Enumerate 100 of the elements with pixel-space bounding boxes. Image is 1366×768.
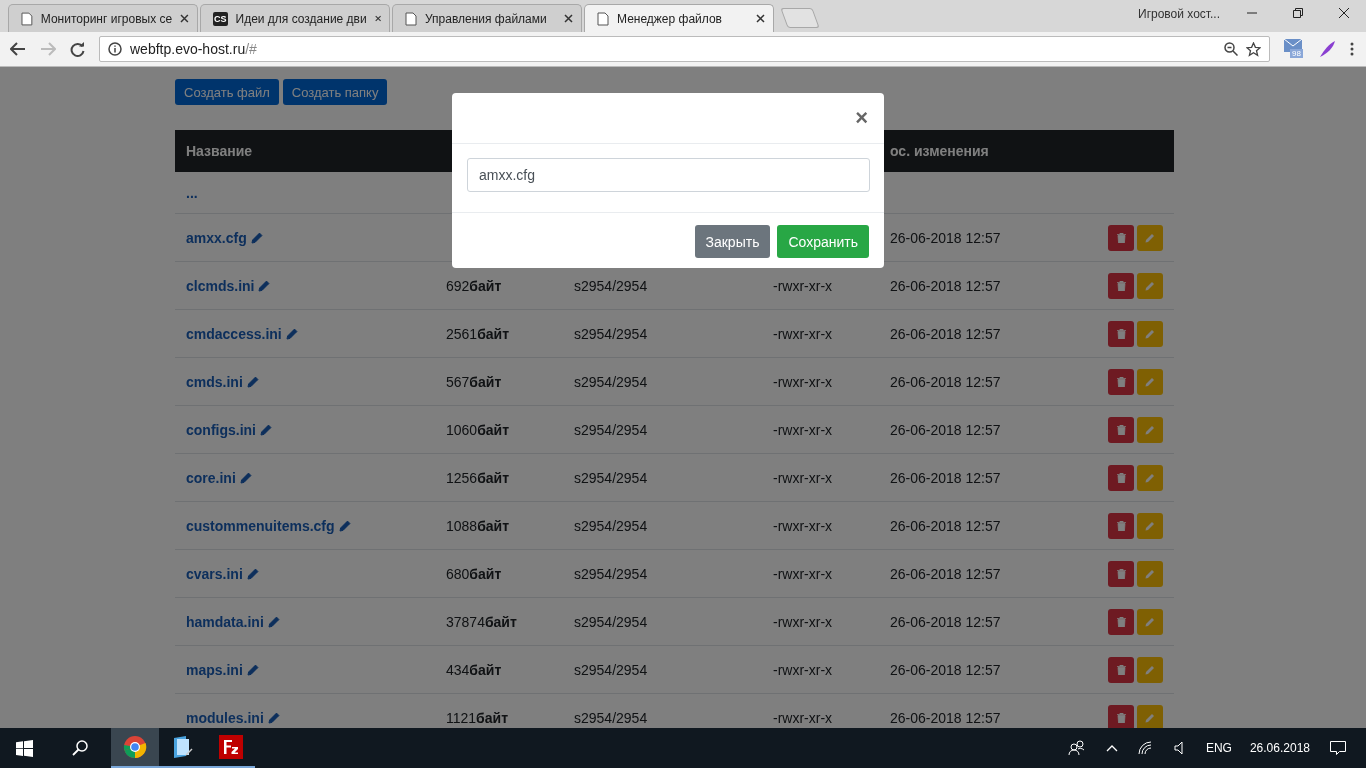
menu-icon[interactable] bbox=[1350, 42, 1354, 56]
file-link[interactable]: cvars.ini bbox=[186, 565, 243, 582]
file-link[interactable]: modules.ini bbox=[186, 709, 264, 726]
file-link[interactable]: amxx.cfg bbox=[186, 229, 247, 246]
pencil-icon[interactable] bbox=[246, 375, 259, 388]
file-permissions: -rwxr-xr-x bbox=[773, 373, 833, 390]
delete-button[interactable] bbox=[1108, 512, 1134, 539]
address-bar[interactable]: webftp.evo-host.ru/# bbox=[99, 36, 1270, 62]
create-button[interactable]: Создать папку bbox=[282, 79, 388, 105]
browser-tab[interactable]: Мониторинг игровых се bbox=[8, 4, 198, 32]
notification-icon[interactable] bbox=[1330, 741, 1346, 755]
file-owner: s2954/2954 bbox=[574, 421, 648, 438]
delete-button[interactable] bbox=[1108, 320, 1134, 347]
pencil-icon[interactable] bbox=[267, 615, 280, 628]
tab-title: Мониторинг игровых се bbox=[40, 11, 173, 26]
pencil-icon[interactable] bbox=[285, 327, 298, 340]
pencil-icon bbox=[1145, 520, 1155, 531]
delete-button[interactable] bbox=[1108, 464, 1134, 491]
modified-date: 26-06-2018 12:57 bbox=[890, 229, 1002, 246]
file-link[interactable]: cmds.ini bbox=[186, 373, 243, 390]
parent-folder-link[interactable]: ... bbox=[186, 184, 198, 201]
file-owner: s2954/2954 bbox=[574, 325, 648, 342]
caret-up-icon[interactable] bbox=[1105, 744, 1118, 752]
trash-icon bbox=[1116, 568, 1126, 579]
modified-date: 26-06-2018 12:57 bbox=[890, 613, 1002, 630]
file-permissions: -rwxr-xr-x bbox=[773, 613, 833, 630]
clock-date[interactable]: 26.06.2018 bbox=[1249, 741, 1310, 755]
close-icon[interactable] bbox=[180, 14, 189, 23]
wifi-icon[interactable] bbox=[1137, 741, 1154, 755]
reload-icon[interactable] bbox=[70, 41, 85, 57]
filename-field[interactable]: amxx.cfg bbox=[467, 158, 870, 192]
close-button[interactable]: × bbox=[853, 107, 870, 129]
create-button[interactable]: Создать файл bbox=[175, 79, 279, 105]
pencil-icon bbox=[1145, 568, 1155, 579]
delete-button[interactable] bbox=[1108, 368, 1134, 395]
pencil-icon bbox=[1145, 712, 1155, 723]
people-icon[interactable] bbox=[1067, 740, 1086, 756]
file-link[interactable]: configs.ini bbox=[186, 421, 256, 438]
pencil-icon[interactable] bbox=[338, 519, 351, 532]
pencil-icon[interactable] bbox=[239, 471, 252, 484]
file-size: 692байт bbox=[446, 277, 502, 294]
close-icon[interactable] bbox=[1339, 8, 1349, 18]
file-link[interactable]: maps.ini bbox=[186, 661, 243, 678]
pencil-icon[interactable] bbox=[246, 567, 259, 580]
file-manager-icon bbox=[172, 735, 194, 759]
info-icon bbox=[108, 42, 122, 56]
modified-date: 26-06-2018 12:57 bbox=[890, 421, 1002, 438]
delete-button[interactable] bbox=[1108, 416, 1134, 443]
delete-button[interactable] bbox=[1108, 704, 1134, 728]
zoom-out-icon[interactable] bbox=[1224, 42, 1238, 56]
file-link[interactable]: clcmds.ini bbox=[186, 277, 255, 294]
file-size: 1121байт bbox=[446, 709, 508, 726]
new-tab-button[interactable] bbox=[780, 8, 820, 28]
file-link[interactable]: cmdaccess.ini bbox=[186, 325, 282, 342]
search-icon[interactable] bbox=[72, 740, 88, 756]
modified-date: 26-06-2018 12:57 bbox=[890, 469, 1002, 486]
file-link[interactable]: hamdata.ini bbox=[186, 613, 264, 630]
feather-icon[interactable] bbox=[1318, 40, 1336, 58]
file-size: 1256байт bbox=[446, 469, 510, 486]
pencil-icon[interactable] bbox=[250, 231, 263, 244]
close-button[interactable]: Закрыть bbox=[694, 225, 771, 258]
browser-tab[interactable]: Менеджер файлов bbox=[584, 4, 774, 32]
pencil-icon bbox=[1145, 616, 1155, 627]
language-indicator[interactable]: ENG bbox=[1205, 741, 1232, 755]
star-icon[interactable] bbox=[1246, 41, 1261, 57]
delete-button[interactable] bbox=[1108, 272, 1134, 299]
file-link[interactable]: custommenuitems.cfg bbox=[186, 517, 335, 534]
close-icon[interactable] bbox=[564, 14, 573, 23]
close-icon[interactable] bbox=[374, 14, 381, 23]
pencil-icon[interactable] bbox=[258, 279, 271, 292]
close-icon[interactable] bbox=[756, 14, 765, 23]
delete-button[interactable] bbox=[1108, 608, 1134, 635]
url-text: webftp.evo-host.ru/# bbox=[130, 41, 257, 57]
file-owner: s2954/2954 bbox=[574, 469, 648, 486]
trash-icon bbox=[1116, 424, 1126, 435]
file-permissions: -rwxr-xr-x bbox=[773, 709, 833, 726]
save-button[interactable]: Сохранить bbox=[777, 225, 869, 258]
back-icon[interactable] bbox=[10, 42, 26, 56]
browser-tab[interactable]: Управления файлами bbox=[392, 4, 582, 32]
file-size: 1060байт bbox=[446, 421, 510, 438]
file-permissions: -rwxr-xr-x bbox=[773, 325, 833, 342]
file-permissions: -rwxr-xr-x bbox=[773, 661, 833, 678]
trash-icon bbox=[1116, 328, 1126, 339]
page-icon bbox=[597, 11, 609, 26]
file-owner: s2954/2954 bbox=[574, 277, 648, 294]
pencil-icon[interactable] bbox=[260, 423, 272, 436]
trash-icon bbox=[1116, 616, 1126, 627]
modified-date: 26-06-2018 12:57 bbox=[890, 325, 1002, 342]
file-owner: s2954/2954 bbox=[574, 613, 648, 630]
file-link[interactable]: core.ini bbox=[186, 469, 236, 486]
delete-button[interactable] bbox=[1108, 560, 1134, 587]
pencil-icon[interactable] bbox=[267, 711, 280, 724]
restore-icon[interactable] bbox=[1293, 8, 1303, 18]
delete-button[interactable] bbox=[1108, 224, 1134, 251]
browser-tab[interactable]: CS Идеи для создание дви bbox=[200, 4, 390, 32]
pencil-icon bbox=[1145, 376, 1155, 387]
windows-start-icon[interactable] bbox=[16, 739, 33, 757]
trash-icon bbox=[1116, 376, 1126, 387]
pencil-icon[interactable] bbox=[246, 663, 259, 676]
delete-button[interactable] bbox=[1108, 656, 1134, 683]
